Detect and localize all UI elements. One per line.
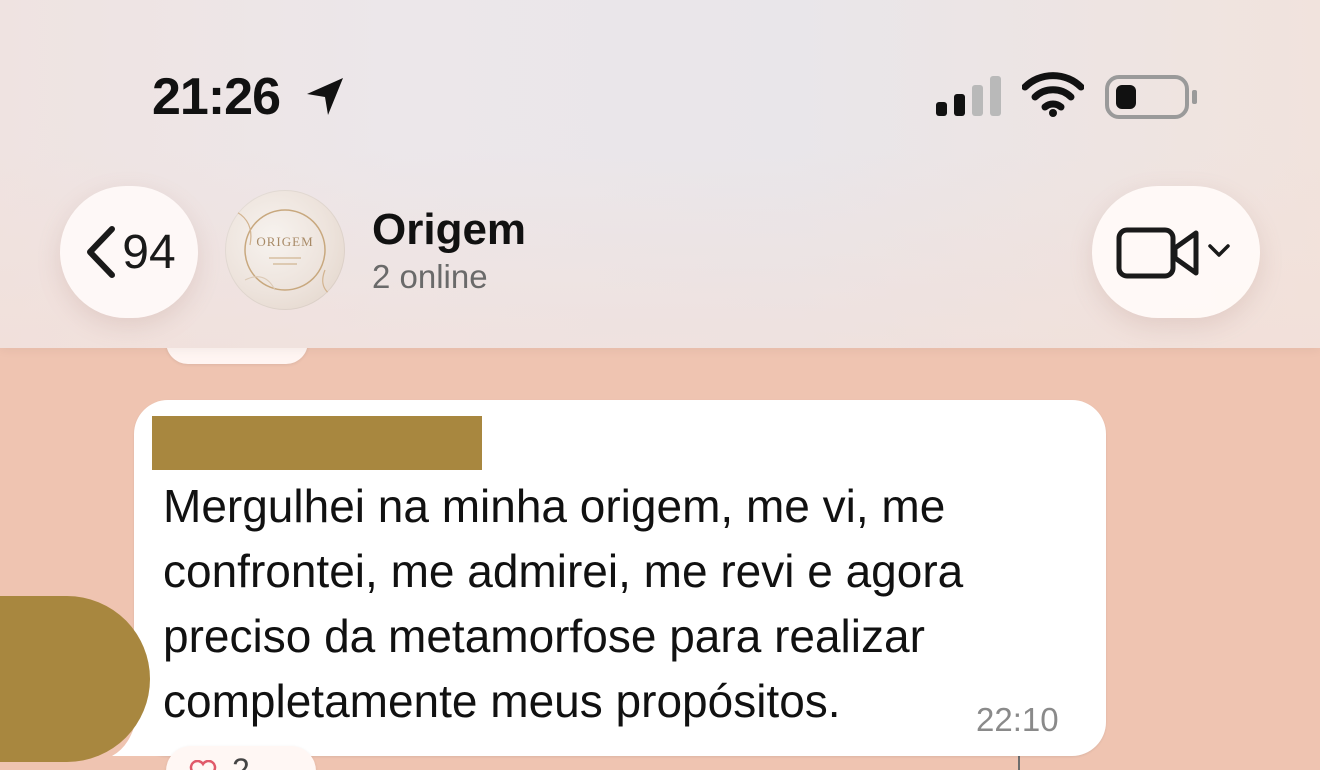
battery-low-icon <box>1105 75 1197 119</box>
cellular-signal-icon <box>936 76 1001 116</box>
chat-subtitle: 2 online <box>372 258 488 295</box>
avatar-logo-text: ORIGEM <box>256 234 314 249</box>
unread-count: 94 <box>122 225 176 279</box>
location-arrow-icon <box>307 78 343 115</box>
video-call-button[interactable] <box>1092 186 1260 318</box>
chevron-down-icon <box>1208 244 1230 257</box>
avatar-ring-icon <box>232 209 338 299</box>
chat-header: 21:26 94 ORIGEM Origem 2 online <box>0 0 1320 348</box>
chat-title[interactable]: Origem <box>372 205 526 255</box>
message-text: Mergulhei na minha origem, me vi, me con… <box>163 480 964 727</box>
message-timestamp: 22:10 <box>976 701 1059 738</box>
heart-icon <box>189 760 217 770</box>
reaction-count: 2 <box>232 752 250 770</box>
group-avatar[interactable]: ORIGEM <box>225 190 345 310</box>
back-button[interactable]: 94 <box>60 186 198 318</box>
chevron-left-icon <box>87 226 116 278</box>
reaction-pill[interactable]: 2 <box>166 746 316 770</box>
wifi-icon <box>1022 72 1084 117</box>
status-time: 21:26 <box>152 68 281 126</box>
sender-name-redacted <box>152 416 482 470</box>
video-camera-icon <box>1116 227 1199 279</box>
